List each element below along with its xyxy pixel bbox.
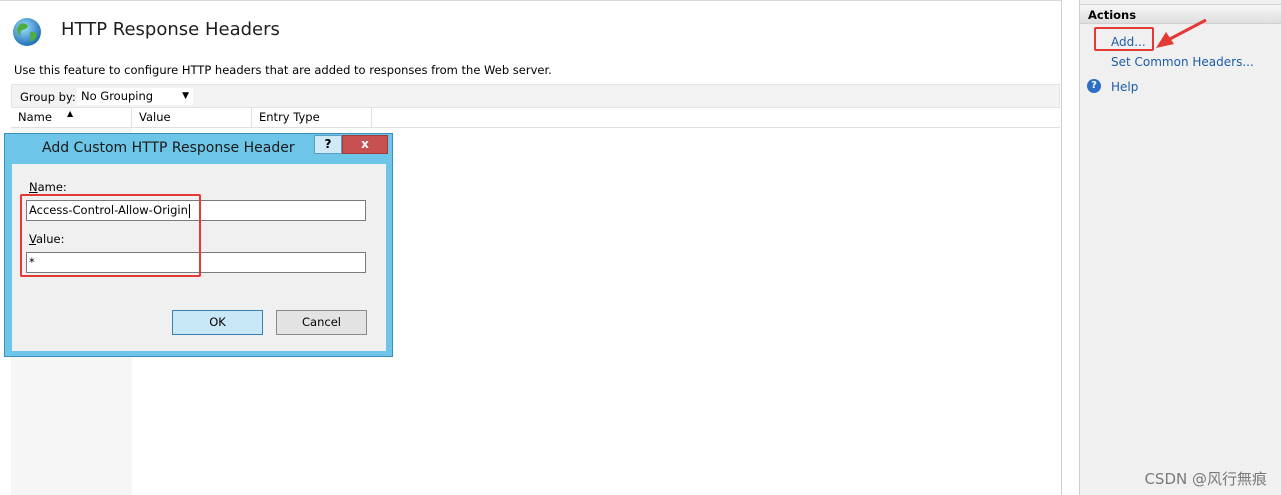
page-title: HTTP Response Headers xyxy=(61,19,280,40)
column-header-entry-type[interactable]: Entry Type xyxy=(252,108,372,127)
group-by-toolbar: Group by: No Grouping ▼ xyxy=(11,84,1060,108)
page-description: Use this feature to configure HTTP heade… xyxy=(14,63,552,77)
sort-ascending-icon: ▲ xyxy=(67,109,74,118)
name-label: Name: xyxy=(29,180,67,194)
group-by-label: Group by: xyxy=(20,90,76,104)
help-link[interactable]: Help xyxy=(1111,80,1138,94)
group-by-value: No Grouping xyxy=(81,89,154,103)
help-icon: ? xyxy=(1087,79,1101,93)
dialog-title: Add Custom HTTP Response Header xyxy=(42,140,295,156)
chevron-down-icon: ▼ xyxy=(182,91,189,101)
watermark: CSDN @风行無痕 xyxy=(1144,470,1267,488)
help-button[interactable]: ? xyxy=(314,135,342,154)
group-by-select[interactable]: No Grouping ▼ xyxy=(77,88,193,105)
close-button[interactable]: x xyxy=(342,135,388,154)
annotation-arrow-icon xyxy=(1156,18,1207,48)
header-divider xyxy=(11,127,1060,128)
column-header-value[interactable]: Value xyxy=(132,108,252,127)
column-header-name[interactable]: Name ▲ xyxy=(11,108,132,127)
globe-icon xyxy=(13,18,41,46)
cancel-button[interactable]: Cancel xyxy=(276,310,367,335)
annotation-highlight-fields xyxy=(20,194,201,277)
actions-pane: Actions Add... Set Common Headers... ? H… xyxy=(1079,0,1281,495)
annotation-highlight-add xyxy=(1094,27,1154,51)
ok-button[interactable]: OK xyxy=(172,310,263,335)
actions-title: Actions xyxy=(1088,8,1137,22)
